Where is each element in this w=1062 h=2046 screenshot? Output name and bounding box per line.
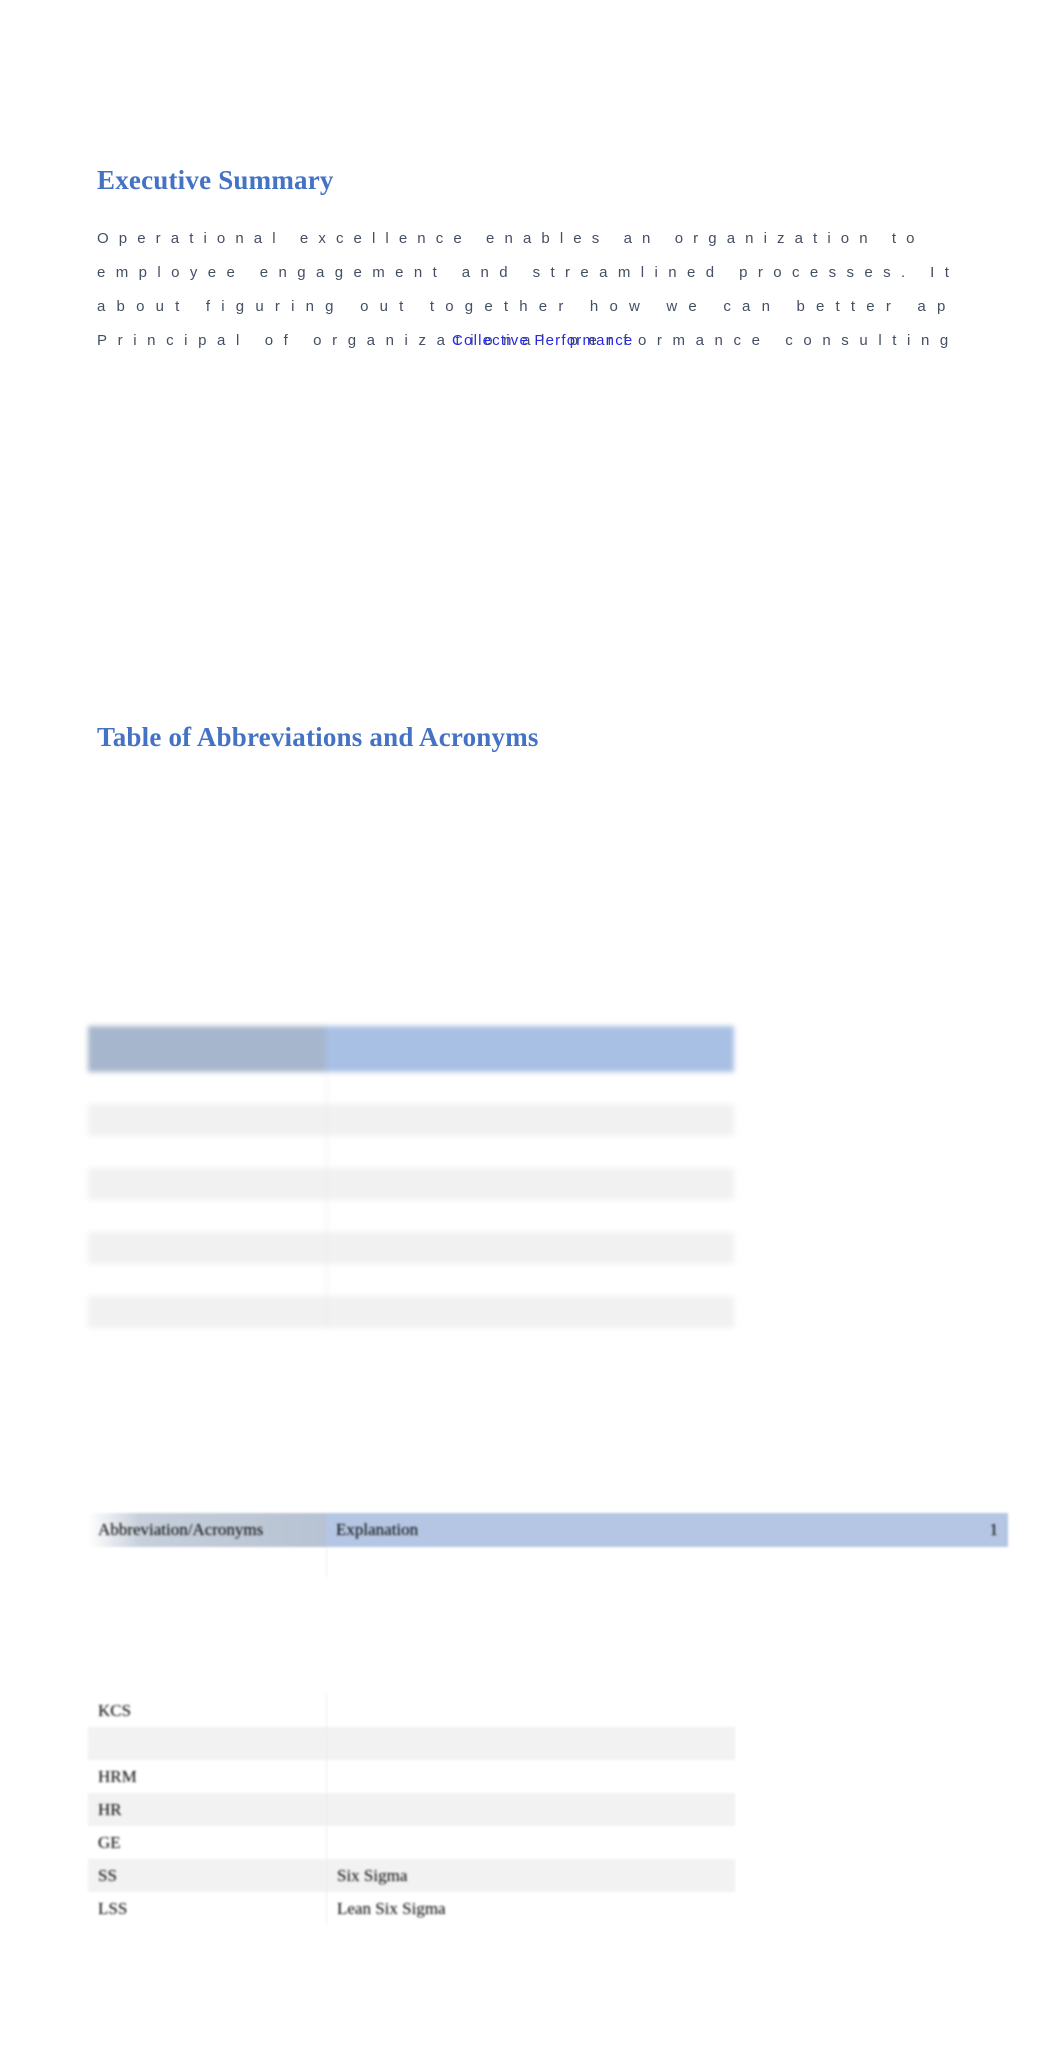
strip-cell-pad <box>734 1547 1008 1577</box>
page-title-table-of-abbreviations: Table of Abbreviations and Acronyms <box>97 722 539 752</box>
table-row: GE <box>88 1826 735 1859</box>
header-abbreviation-acronyms: Abbreviation/Acronyms <box>88 1513 326 1547</box>
overlay-collective-performance: Collective Performance <box>452 332 634 349</box>
strip-cell-explanation <box>326 1547 734 1577</box>
ghost-header-explanation <box>326 1026 734 1072</box>
ghost-cell-explanation <box>326 1264 734 1296</box>
ghost-cell-abbrev <box>88 1200 327 1232</box>
ghost-cell-explanation <box>326 1168 734 1200</box>
ghost-cell-abbrev <box>88 1104 327 1136</box>
paragraph-line-4: Principal of organizational performance … <box>97 324 1062 358</box>
ghost-cell-explanation <box>326 1104 734 1136</box>
ghost-cell-abbrev <box>88 1296 327 1328</box>
ghost-cell-abbrev <box>88 1264 327 1296</box>
table-row <box>88 1168 734 1200</box>
table-row <box>88 1136 734 1168</box>
table-row <box>88 1264 734 1296</box>
executive-summary-paragraph: Operational excellence enables an organi… <box>97 222 1062 358</box>
abbrev-cell-value: Six Sigma <box>326 1859 735 1892</box>
ghost-cell-abbrev <box>88 1232 327 1264</box>
header-explanation: Explanation <box>326 1513 734 1547</box>
ghost-table <box>88 1026 734 1328</box>
abbrev-cell-value <box>326 1826 735 1859</box>
ghost-cell-abbrev <box>88 1136 327 1168</box>
table-row <box>88 1727 735 1760</box>
table-row <box>88 1072 734 1104</box>
abbrev-cell-key: SS <box>88 1859 327 1892</box>
table-row <box>88 1232 734 1264</box>
table-row: KCS <box>88 1694 735 1727</box>
abbrev-cell-value <box>326 1694 735 1727</box>
ghost-cell-explanation <box>326 1232 734 1264</box>
abbrev-cell-key: KCS <box>88 1694 327 1727</box>
abbreviations-table: KCS HRM HR GE SS Six Sigma LSS Lean Six … <box>88 1694 735 1925</box>
page-number: 1 <box>734 1513 1008 1547</box>
ghost-cell-explanation <box>326 1136 734 1168</box>
table-row <box>88 1104 734 1136</box>
abbrev-cell-value: Lean Six Sigma <box>326 1892 735 1925</box>
ghost-cell-explanation <box>326 1200 734 1232</box>
table-row: SS Six Sigma <box>88 1859 735 1892</box>
paragraph-line-3: about figuring out together how we can b… <box>97 298 957 315</box>
abbrev-cell-value <box>326 1727 735 1760</box>
ghost-cell-abbrev <box>88 1072 327 1104</box>
table-row: HRM <box>88 1760 735 1793</box>
table-row: LSS Lean Six Sigma <box>88 1892 735 1925</box>
abbrev-cell-key: GE <box>88 1826 327 1859</box>
ghost-cell-explanation <box>326 1296 734 1328</box>
page-title-executive-summary: Executive Summary <box>97 165 334 195</box>
abbrev-cell-value <box>326 1760 735 1793</box>
ghost-cell-abbrev <box>88 1168 327 1200</box>
table-row <box>88 1026 734 1072</box>
ghost-header-abbrev <box>88 1026 326 1072</box>
abbrev-cell-value <box>326 1793 735 1826</box>
paragraph-line-1: Operational excellence enables an organi… <box>97 230 925 247</box>
table-row: HR <box>88 1793 735 1826</box>
paragraph-line-2: employee engagement and streamlined proc… <box>97 264 960 281</box>
abbrev-cell-key: HR <box>88 1793 327 1826</box>
table-row <box>88 1547 1008 1577</box>
table-row <box>88 1200 734 1232</box>
document-page: Executive Summary Operational excellence… <box>0 0 1062 2046</box>
table-row <box>88 1296 734 1328</box>
ghost-cell-explanation <box>326 1072 734 1104</box>
overlapping-text-group: Principal of organizational performance … <box>97 324 959 358</box>
strip-cell-abbrev <box>88 1547 327 1577</box>
abbrev-cell-key: HRM <box>88 1760 327 1793</box>
abbrev-cell-key: LSS <box>88 1892 327 1925</box>
table-row: Abbreviation/Acronyms Explanation 1 <box>88 1513 1008 1547</box>
abbreviations-header-strip: Abbreviation/Acronyms Explanation 1 <box>88 1513 1009 1577</box>
abbrev-cell-key <box>88 1727 327 1760</box>
